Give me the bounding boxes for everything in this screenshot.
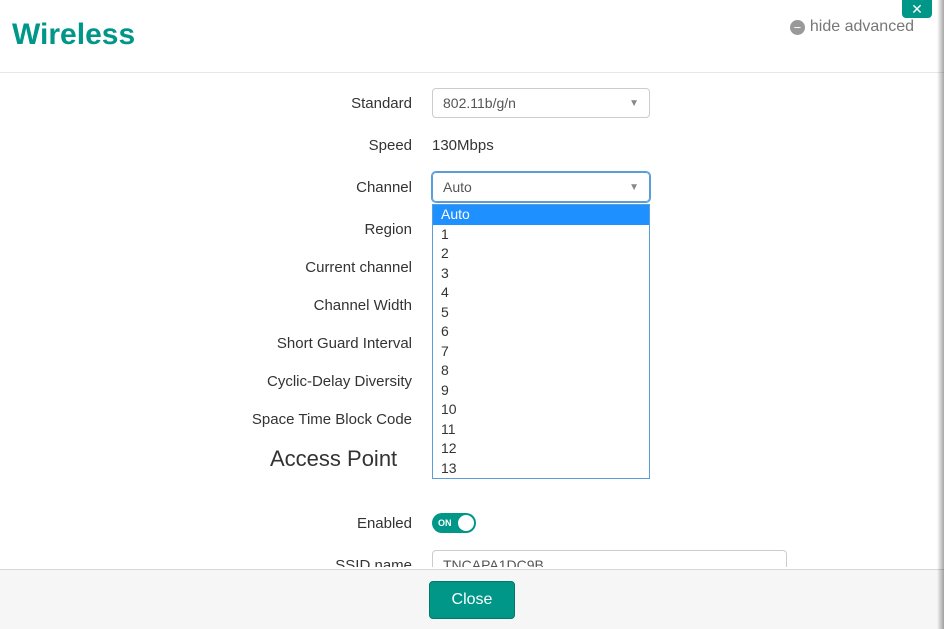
row-enabled: Enabled ON (0, 512, 944, 534)
channel-option[interactable]: 9 (433, 381, 649, 401)
toggle-knob (458, 515, 474, 531)
row-channel: Channel Auto ▼ Auto12345678910111213 (0, 172, 944, 202)
label-channel-width: Channel Width (0, 297, 432, 314)
channel-option[interactable]: 10 (433, 400, 649, 420)
channel-option[interactable]: 5 (433, 303, 649, 323)
enabled-toggle[interactable]: ON (432, 513, 476, 533)
label-speed: Speed (0, 137, 432, 154)
channel-select[interactable]: Auto ▼ (432, 172, 650, 202)
channel-option[interactable]: 11 (433, 420, 649, 440)
form-scroll-area[interactable]: Standard 802.11b/g/n ▼ Speed 130Mbps Cha… (0, 73, 944, 567)
label-cdd: Cyclic-Delay Diversity (0, 373, 432, 390)
label-standard: Standard (0, 95, 432, 112)
channel-option[interactable]: 13 (433, 459, 649, 479)
label-enabled: Enabled (0, 515, 432, 532)
channel-option[interactable]: 3 (433, 264, 649, 284)
channel-option[interactable]: 7 (433, 342, 649, 362)
channel-option[interactable]: 1 (433, 225, 649, 245)
header: Wireless − hide advanced (0, 0, 944, 72)
footer: Close (0, 569, 944, 629)
hide-advanced-label: hide advanced (810, 18, 914, 36)
label-stbc: Space Time Block Code (0, 411, 432, 428)
channel-option[interactable]: 6 (433, 322, 649, 342)
label-channel: Channel (0, 179, 432, 196)
hide-advanced-toggle[interactable]: − hide advanced (790, 18, 914, 36)
label-region: Region (0, 221, 432, 238)
standard-select[interactable]: 802.11b/g/n ▼ (432, 88, 650, 118)
label-current-channel: Current channel (0, 259, 432, 276)
chevron-down-icon: ▼ (629, 98, 639, 109)
label-ssid: SSID name (0, 557, 432, 568)
value-speed: 130Mbps (432, 137, 944, 154)
row-speed: Speed 130Mbps (0, 134, 944, 156)
row-ssid: SSID name (0, 550, 944, 567)
chevron-down-icon: ▼ (629, 182, 639, 193)
toggle-on-label: ON (438, 518, 452, 528)
channel-select-value: Auto (443, 179, 472, 195)
label-sgi: Short Guard Interval (0, 335, 432, 352)
minus-circle-icon: − (790, 20, 805, 35)
channel-option[interactable]: Auto (433, 205, 649, 225)
channel-option[interactable]: 2 (433, 244, 649, 264)
channel-option[interactable]: 8 (433, 361, 649, 381)
standard-select-value: 802.11b/g/n (443, 95, 516, 111)
channel-option[interactable]: 4 (433, 283, 649, 303)
close-button[interactable]: Close (429, 581, 516, 619)
channel-dropdown-list: Auto12345678910111213 (432, 204, 650, 479)
ssid-input[interactable] (432, 550, 787, 567)
channel-option[interactable]: 12 (433, 439, 649, 459)
row-standard: Standard 802.11b/g/n ▼ (0, 88, 944, 118)
